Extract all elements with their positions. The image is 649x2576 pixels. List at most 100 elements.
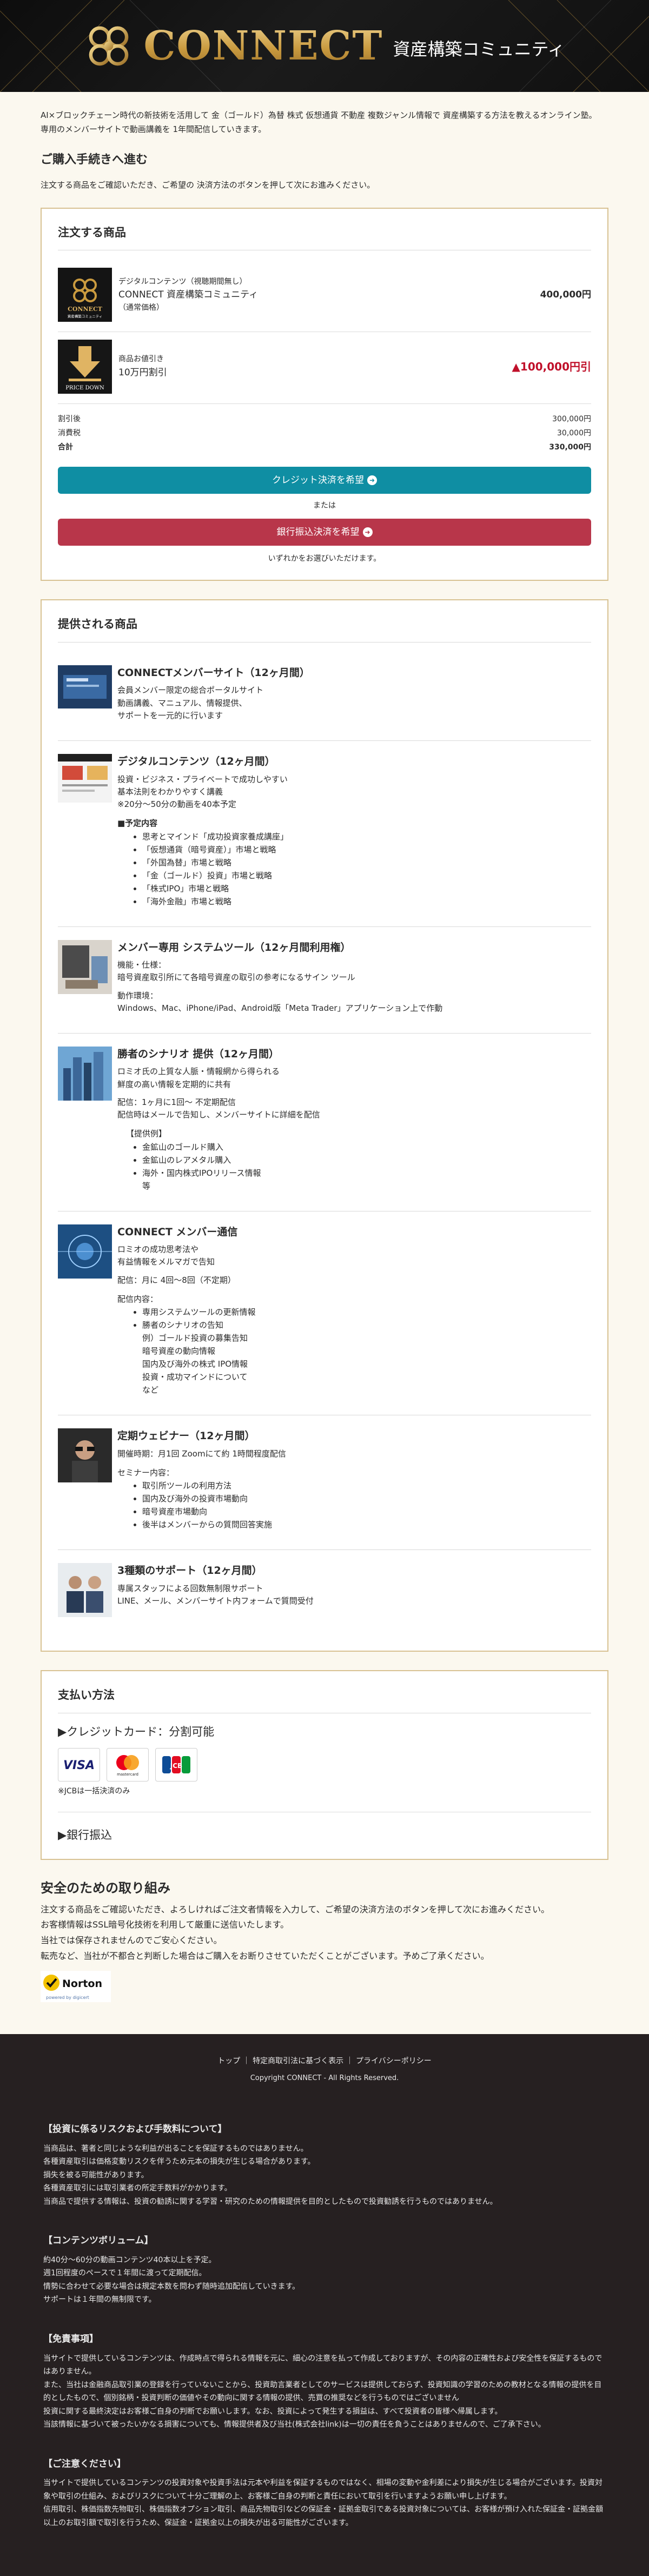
product-line: 投資・ビジネス・プライベートで成功しやすい [117, 774, 288, 784]
list-item: 思考とマインド「成功投資家養成講座」 [142, 830, 591, 843]
list-item: 暗号資産市場動向 [142, 1505, 591, 1518]
seminar-list: 取引所ツールの利用方法 国内及び海外の投資市場動向 暗号資産市場動向 後半はメン… [117, 1479, 591, 1531]
product-title: 3種類のサポート（12ヶ月間） [117, 1565, 262, 1577]
product-line: ロミオ氏の上質な人脈・情報網から得られる [117, 1067, 280, 1077]
price-down-thumbnail: PRICE DOWN [58, 340, 112, 394]
webinar-thumbnail [58, 1428, 112, 1483]
total-label: 消費税 [58, 429, 81, 438]
product-line: ※20分〜50分の動画を40本予定 [117, 799, 236, 810]
discount-name: 10万円割引 [118, 367, 167, 379]
product-line: 配信：月に 4回〜8回（不定期） [117, 1275, 236, 1285]
product-title: 定期ウェビナー（12ヶ月間） [117, 1430, 255, 1442]
footer-text: 投資に関する最終決定はお客様ご自身の判断でお願いします。なお、投資によって発生す… [43, 2407, 502, 2416]
visa-icon: VISA [58, 1748, 100, 1782]
product-line: 開催時期：月1回 Zoomにて約 1時間程度配信 [117, 1448, 286, 1459]
product-member-site: CONNECTメンバーサイト（12ヶ月間） 会員メンバー限定の総合ポータルサイト… [58, 652, 591, 741]
product-line: 鮮度の高い情報を定期的に共有 [117, 1079, 231, 1089]
product-line: 動画講義、マニュアル、情報提供、 [117, 698, 247, 708]
choose-note: いずれかをお選びいただけます。 [268, 554, 381, 563]
product-support: 3種類のサポート（12ヶ月間） 専属スタッフによる回数無制限サポート LINE、… [58, 1550, 591, 1635]
footer-text: 当サイトで提供しているコンテンツは、作成時点で得られる情報を元に、細心の注意を払… [43, 2354, 602, 2376]
brand-name: CONNECT [143, 15, 383, 77]
procedure-lead: 注文する商品をご確認いただき、ご希望の 決済方法のボタンを押して次にお進みくださ… [41, 180, 375, 190]
list-item: 「仮想通貨（暗号資産）」市場と戦略 [142, 843, 591, 856]
footer-text: 各種資産取引は価格変動リスクを伴うため元本の損失が生じる場合があります。 [43, 2157, 315, 2167]
total-row-after-discount: 割引後 300,000円 [58, 413, 591, 427]
footer-text: また、当社は金融商品取引業の登録を行っていないことから、投資助言業者としてのサー… [43, 2380, 602, 2403]
svg-text:資産構築コミュニティ: 資産構築コミュニティ [68, 314, 103, 319]
list-item: 海外・国内株式IPOリリース情報 [142, 1167, 591, 1180]
product-digital-content: デジタルコンテンツ（12ヶ月間） 投資・ビジネス・プライベートで成功しやすい 基… [58, 741, 591, 927]
payment-card: 支払い方法 ▶クレジットカード：分割可能 VISA mastercard JCB… [41, 1670, 608, 1860]
product-title: 勝者のシナリオ 提供（12ヶ月間） [117, 1048, 280, 1061]
total-value: 330,000円 [549, 443, 591, 452]
credit-button-label: クレジット決済を希望 [272, 475, 364, 486]
bank-button-label: 銀行振込決済を希望 [276, 526, 360, 538]
intro-line-2: 専用のメンバーサイトで動画講義を 1年間配信していきます。 [41, 124, 267, 135]
jcb-icon: JCB [155, 1748, 197, 1782]
product-line: 動作環境： [117, 990, 158, 1001]
total-row-tax: 消費税 30,000円 [58, 427, 591, 441]
footer-section-title: 【免責事項】 [43, 2333, 98, 2345]
support-thumbnail [58, 1563, 112, 1618]
footer-text: 約40分〜60分の動画コンテンツ40本以上を予定。 [43, 2255, 216, 2264]
list-item: 金鉱山のレアメタル購入 [142, 1154, 591, 1167]
svg-text:JCB: JCB [170, 1762, 182, 1770]
safety-line: 当社では保存されませんのでご安心ください。 [41, 1935, 222, 1946]
payment-title: 支払い方法 [58, 1686, 591, 1713]
connect-logo-icon [89, 26, 129, 66]
svg-text:PRICE DOWN: PRICE DOWN [65, 385, 104, 391]
bank-transfer-button[interactable]: 銀行振込決済を希望 ➜ [58, 518, 591, 546]
list-item: 勝者のシナリオの告知 [142, 1319, 591, 1332]
course-thumbnail: CONNECT 資産構築コミュニティ [58, 268, 112, 322]
credit-payment-button[interactable]: クレジット決済を希望 ➜ [58, 467, 591, 494]
list-item: 「株式IPO」市場と戦略 [142, 882, 591, 895]
newsletter-thumbnail [58, 1224, 112, 1279]
list-item: 「金（ゴールド）投資」市場と戦略 [142, 869, 591, 882]
discount-price: ▲100,000円引 [512, 360, 591, 373]
item-note: （通常価格） [118, 303, 164, 312]
list-item: など [142, 1385, 159, 1395]
seminar-heading: セミナー内容： [117, 1467, 175, 1478]
order-totals: 割引後 300,000円 消費税 30,000円 合計 330,000円 [58, 404, 591, 455]
footer-risk-section: 【投資に係るリスクおよび手数料について】 当商品は、著者と同じような利益が出るこ… [43, 2122, 606, 2208]
brand-subtitle: 資産構築コミュニティ [393, 39, 565, 60]
jcb-note: ※JCBは一括決済のみ [58, 1787, 130, 1796]
delivery-heading: 配信内容： [117, 1294, 158, 1304]
footer-links[interactable]: トップ ｜ 特定商取引法に基づく表示 ｜ プライバシーポリシー [0, 2056, 649, 2068]
list-item: 暗号資産の動向情報 [142, 1346, 216, 1356]
list-item: 等 [142, 1181, 151, 1191]
product-winner-scenario: 勝者のシナリオ 提供（12ヶ月間） ロミオ氏の上質な人脈・情報網から得られる 鮮… [58, 1034, 591, 1211]
svg-text:mastercard: mastercard [117, 1772, 138, 1777]
hero-banner: CONNECT 資産構築コミュニティ [0, 0, 649, 92]
item-tag: デジタルコンテンツ（視聴期間無し） [118, 277, 247, 286]
product-line: 配信：1ヶ月に1回〜 不定期配信 [117, 1097, 236, 1107]
safety-line: 転売など、当社が不都合と判断した場合はご購入をお断りさせていただくことがございま… [41, 1951, 489, 1962]
order-item-course: CONNECT 資産構築コミュニティ デジタルコンテンツ（視聴期間無し） CON… [58, 260, 591, 333]
card-logos: VISA mastercard JCB [58, 1748, 591, 1782]
system-tool-thumbnail [58, 939, 112, 994]
product-line: ロミオの成功思考法や [117, 1244, 199, 1255]
total-value: 300,000円 [552, 415, 591, 424]
svg-text:VISA: VISA [63, 1759, 95, 1772]
winner-scenario-thumbnail [58, 1047, 112, 1101]
product-title: CONNECTメンバーサイト（12ヶ月間） [117, 666, 310, 679]
product-line: 基本法則をわかりやすく講義 [117, 786, 223, 797]
delivery-list: 専用システムツールの更新情報 勝者のシナリオの告知 例）ゴールド投資の募集告知 … [117, 1306, 591, 1396]
footer-text: 情勢に合わせて必要な場合は規定本数を問わず随時追加配信していきます。 [43, 2282, 300, 2291]
discount-tag: 商品お値引き [118, 355, 164, 364]
intro-line-1: AI×ブロックチェーン時代の新技術を活用して 金（ゴールド）為替 株式 仮想通貨… [41, 110, 597, 120]
product-line: 有益情報をメルマガで告知 [117, 1257, 215, 1267]
list-item: 取引所ツールの利用方法 [142, 1479, 591, 1492]
product-member-newsletter: CONNECT メンバー通信 ロミオの成功思考法や 有益情報をメルマガで告知 配… [58, 1211, 591, 1416]
member-site-thumbnail [58, 665, 112, 708]
total-row-grand: 合計 330,000円 [58, 441, 591, 455]
credit-card-heading: ▶クレジットカード：分割可能 [58, 1725, 215, 1738]
footer-volume-section: 【コンテンツボリューム】 約40分〜60分の動画コンテンツ40本以上を予定。 週… [43, 2233, 606, 2307]
total-label: 合計 [58, 443, 73, 452]
products-title: 提供される商品 [58, 615, 591, 643]
svg-text:Norton: Norton [62, 1978, 102, 1990]
intro: AI×ブロックチェーン時代の新技術を活用して 金（ゴールド）為替 株式 仮想通貨… [41, 92, 608, 137]
item-price: 400,000円 [540, 289, 591, 301]
safety-line: 注文する商品をご確認いただき、よろしければご注文者情報を入力して、ご希望の決済方… [41, 1904, 550, 1915]
